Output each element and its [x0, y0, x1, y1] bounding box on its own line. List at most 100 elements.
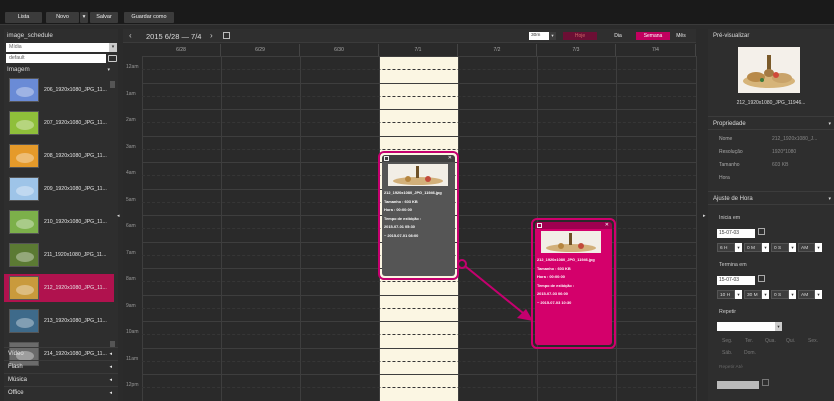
chevron-down-icon: ▾: [828, 121, 831, 127]
list-item[interactable]: 212_1920x1080_JPG_11...: [4, 274, 114, 302]
event-size: Tamanho : 603 KB: [384, 198, 418, 204]
list-item[interactable]: 213_1920x1080_JPG_11...: [4, 307, 114, 335]
list-item[interactable]: 206_1920x1080_JPG_11...: [4, 76, 114, 104]
image-thumbnail: [9, 144, 39, 168]
end-minute-select[interactable]: 30 M: [744, 290, 762, 299]
chevron-down-icon[interactable]: ▾: [789, 290, 796, 299]
new-dropdown-button[interactable]: ▾: [80, 12, 88, 23]
calendar-icon[interactable]: [762, 379, 769, 386]
chevron-left-icon: ◂: [109, 390, 112, 396]
time-adjust-header[interactable]: Ajuste de Hora ▾: [708, 191, 834, 205]
chevron-down-icon[interactable]: ▾: [762, 290, 769, 299]
list-button[interactable]: Lista: [5, 12, 42, 23]
event-thumbnail: [541, 231, 601, 253]
thumbnail-content: [16, 318, 34, 328]
chevron-down-icon: ▾: [828, 196, 831, 202]
property-key: Hora: [719, 175, 730, 181]
event-card-original[interactable]: ✕ 212_1920x1080_JPG_11946.jpg Tamanho : 60…: [378, 151, 459, 280]
content-panel: image_schedule Mídia ▾ default Imagem ▾ …: [4, 29, 120, 401]
folder-select[interactable]: default: [6, 54, 106, 63]
save-as-button[interactable]: Guardar como: [124, 12, 174, 23]
start-hour-select[interactable]: 6 H: [717, 243, 735, 252]
media-type-select[interactable]: Mídia: [6, 43, 109, 52]
event-time: Hora : 00:00:00: [537, 274, 565, 279]
end-hour-select[interactable]: 10 H: [717, 290, 735, 299]
weekday-toggle[interactable]: Sáb.: [722, 350, 732, 356]
event-span-label: Tempo de exibição :: [384, 215, 422, 221]
thumbnail-content: [16, 285, 34, 295]
properties-header[interactable]: Propriedade ▾: [708, 116, 834, 130]
weekday-toggle[interactable]: Qua.: [765, 338, 776, 344]
start-second-select[interactable]: 0 S: [771, 243, 789, 252]
property-key: Tamanho: [719, 162, 740, 168]
list-item[interactable]: 210_1920x1080_JPG_11...: [4, 208, 114, 236]
save-button[interactable]: Salvar: [90, 12, 118, 23]
chevron-down-icon[interactable]: ▾: [109, 43, 117, 52]
thumbnail-content: [16, 252, 34, 262]
calendar-icon[interactable]: [758, 275, 765, 282]
thumbnail-content: [16, 153, 34, 163]
event-time: Hora : 00:00:00: [384, 207, 412, 212]
end-second-select[interactable]: 0 S: [771, 290, 789, 299]
schedule-name: image_schedule: [7, 32, 53, 39]
chevron-down-icon[interactable]: ▾: [815, 243, 822, 252]
close-icon[interactable]: ✕: [605, 222, 609, 228]
category-label: Flash: [8, 364, 23, 370]
weekday-toggle[interactable]: Dom.: [744, 350, 756, 356]
start-ampm-select[interactable]: AM: [798, 243, 815, 252]
list-item[interactable]: 207_1920x1080_JPG_11...: [4, 109, 114, 137]
collapse-right-icon[interactable]: ▸: [703, 213, 706, 219]
chevron-down-icon[interactable]: ▾: [815, 290, 822, 299]
event-name: 212_1920x1080_JPG_11946.jpg: [537, 257, 595, 262]
list-item[interactable]: 209_1920x1080_JPG_11...: [4, 175, 114, 203]
thumbnail-content: [16, 87, 34, 97]
collapse-left-icon[interactable]: ◂: [117, 213, 120, 219]
end-date-input[interactable]: 15-07-03: [717, 276, 755, 285]
weekday-toggle[interactable]: Seg.: [722, 338, 732, 344]
event-end: ~ 2015-07-01 08:00: [384, 232, 419, 238]
preview-title: Pré-visualizar: [713, 33, 750, 39]
image-icon: [384, 156, 389, 161]
start-minute-select[interactable]: 0 M: [744, 243, 762, 252]
list-item-label: 211_1920x1080_JPG_11...: [44, 252, 107, 258]
list-item-label: 213_1920x1080_JPG_11...: [44, 318, 107, 324]
chevron-down-icon[interactable]: ▾: [762, 243, 769, 252]
category-label: Música: [8, 377, 28, 383]
end-label: Termina em: [719, 262, 747, 268]
start-label: Inicia em: [719, 215, 741, 221]
chevron-down-icon[interactable]: ▾: [789, 243, 796, 252]
event-card-moved[interactable]: ✕ 212_1920x1080_JPG_11946.jpg Tamanho : 60…: [531, 218, 616, 349]
list-item[interactable]: 208_1920x1080_JPG_11...: [4, 142, 114, 170]
end-ampm-select[interactable]: AM: [798, 290, 815, 299]
weekday-toggle[interactable]: Qui.: [786, 338, 795, 344]
category-3[interactable]: Música ◂: [4, 373, 118, 386]
category-label: Office: [8, 390, 24, 396]
calendar-icon[interactable]: [758, 228, 765, 235]
close-icon[interactable]: ✕: [448, 155, 452, 161]
event-span-label: Tempo de exibição :: [537, 282, 575, 288]
property-key: Nome: [719, 136, 733, 142]
weekday-toggle[interactable]: Ter.: [745, 338, 753, 344]
weekday-toggle[interactable]: Sex.: [808, 338, 818, 344]
property-value: 212_1920x1080_J...: [772, 136, 818, 142]
repeat-until-label: Repetir Até: [719, 365, 743, 370]
repeat-until-input[interactable]: [717, 381, 759, 389]
new-button[interactable]: Novo: [46, 12, 79, 23]
event-thumbnail: [388, 164, 448, 186]
list-item-label: 207_1920x1080_JPG_11...: [44, 120, 107, 126]
chevron-down-icon[interactable]: ▾: [735, 290, 742, 299]
chevron-down-icon[interactable]: ▾: [775, 322, 782, 331]
chevron-down-icon[interactable]: ▾: [735, 243, 742, 252]
category-2[interactable]: Flash ◂: [4, 360, 118, 373]
folder-icon[interactable]: [108, 55, 117, 62]
list-item[interactable]: 211_1920x1080_JPG_11...: [4, 241, 114, 269]
category-4[interactable]: Office ◂: [4, 386, 118, 399]
start-date-input[interactable]: 15-07-03: [717, 229, 755, 238]
event-size: Tamanho : 603 KB: [537, 265, 571, 271]
repeat-select[interactable]: [717, 322, 775, 331]
repeat-label: Repetir: [719, 309, 737, 315]
category-1[interactable]: Vídeo ◂: [4, 347, 118, 360]
category-label: Vídeo: [8, 351, 24, 357]
scroll-up[interactable]: [110, 81, 115, 88]
image-category-header[interactable]: Imagem ▾: [4, 65, 118, 75]
